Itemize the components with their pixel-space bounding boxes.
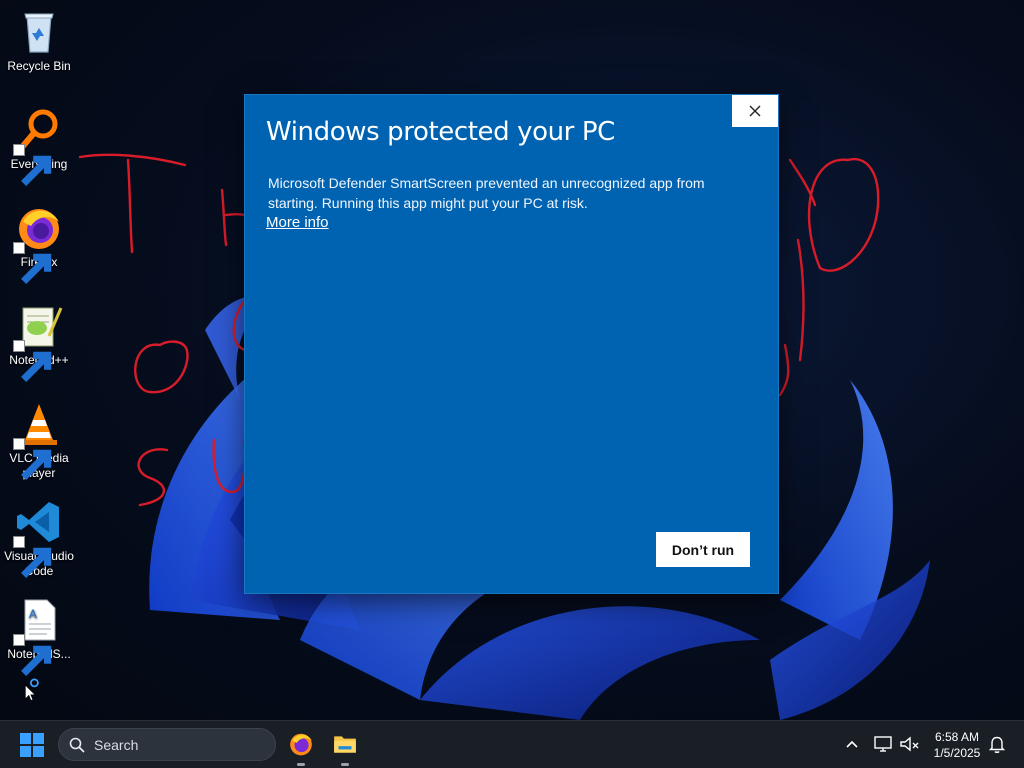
search-placeholder: Search <box>94 737 139 753</box>
clock-time: 6:58 AM <box>934 730 980 744</box>
smartscreen-dialog: Windows protected your PC Microsoft Defe… <box>245 95 778 593</box>
running-indicator <box>341 763 349 766</box>
chevron-up-icon[interactable] <box>841 733 863 755</box>
running-indicator <box>297 763 305 766</box>
more-info-link[interactable]: More info <box>266 214 329 231</box>
desktop-icon-notepad-plus-plus[interactable]: Notepad++ <box>2 296 76 382</box>
desktop-icon-vlc[interactable]: VLC media player <box>2 394 76 481</box>
shortcut-arrow-icon <box>13 242 52 284</box>
everything-search-icon <box>13 106 63 186</box>
desktop-icon-recycle-bin[interactable]: Recycle Bin <box>2 2 76 74</box>
desktop: Recycle Bin Everything Firefox Notepad++… <box>0 0 1024 720</box>
system-clock[interactable]: 6:58 AM 1/5/2025 <box>926 729 988 761</box>
clock-date: 1/5/2025 <box>933 746 981 760</box>
recycle-bin-icon <box>15 8 63 56</box>
taskbar-app-firefox[interactable] <box>286 729 316 766</box>
desktop-icon-notepads[interactable]: A NotepadS... <box>2 590 76 676</box>
desktop-icon-label: Recycle Bin <box>7 59 71 73</box>
firefox-icon <box>290 733 312 756</box>
mouse-pointer-busy-icon <box>24 678 39 701</box>
folder-icon <box>334 736 356 753</box>
text-document-icon: A <box>13 596 63 676</box>
search-icon <box>69 737 85 753</box>
shortcut-arrow-icon <box>13 536 52 578</box>
desktop-icon-everything[interactable]: Everything <box>2 100 76 186</box>
start-button[interactable] <box>20 733 44 757</box>
shortcut-arrow-icon <box>13 340 52 382</box>
shortcut-arrow-icon <box>13 144 52 186</box>
desktop-icon-vscode[interactable]: Visual Studio Code <box>2 492 76 579</box>
desktop-icon-firefox[interactable]: Firefox <box>2 198 76 284</box>
speaker-muted-icon[interactable] <box>898 733 920 755</box>
dont-run-button[interactable]: Don’t run <box>656 532 750 567</box>
shortcut-arrow-icon <box>13 634 52 676</box>
notepad-plus-plus-icon <box>13 302 63 382</box>
notification-bell-icon[interactable] <box>986 733 1008 755</box>
dialog-title: Windows protected your PC <box>266 117 615 147</box>
close-button[interactable] <box>732 95 778 127</box>
vlc-cone-icon <box>13 400 63 480</box>
close-icon <box>749 105 761 117</box>
taskbar-app-file-explorer[interactable] <box>330 729 360 766</box>
shortcut-arrow-icon <box>13 438 52 480</box>
taskbar: Search 6:58 AM 1/5/2025 <box>0 720 1024 768</box>
vscode-icon <box>13 498 63 578</box>
firefox-icon <box>13 204 63 284</box>
network-monitor-icon[interactable] <box>872 733 894 755</box>
dialog-message: Microsoft Defender SmartScreen prevented… <box>268 175 705 211</box>
taskbar-search-box[interactable]: Search <box>58 728 276 761</box>
svg-text:A: A <box>29 607 37 621</box>
